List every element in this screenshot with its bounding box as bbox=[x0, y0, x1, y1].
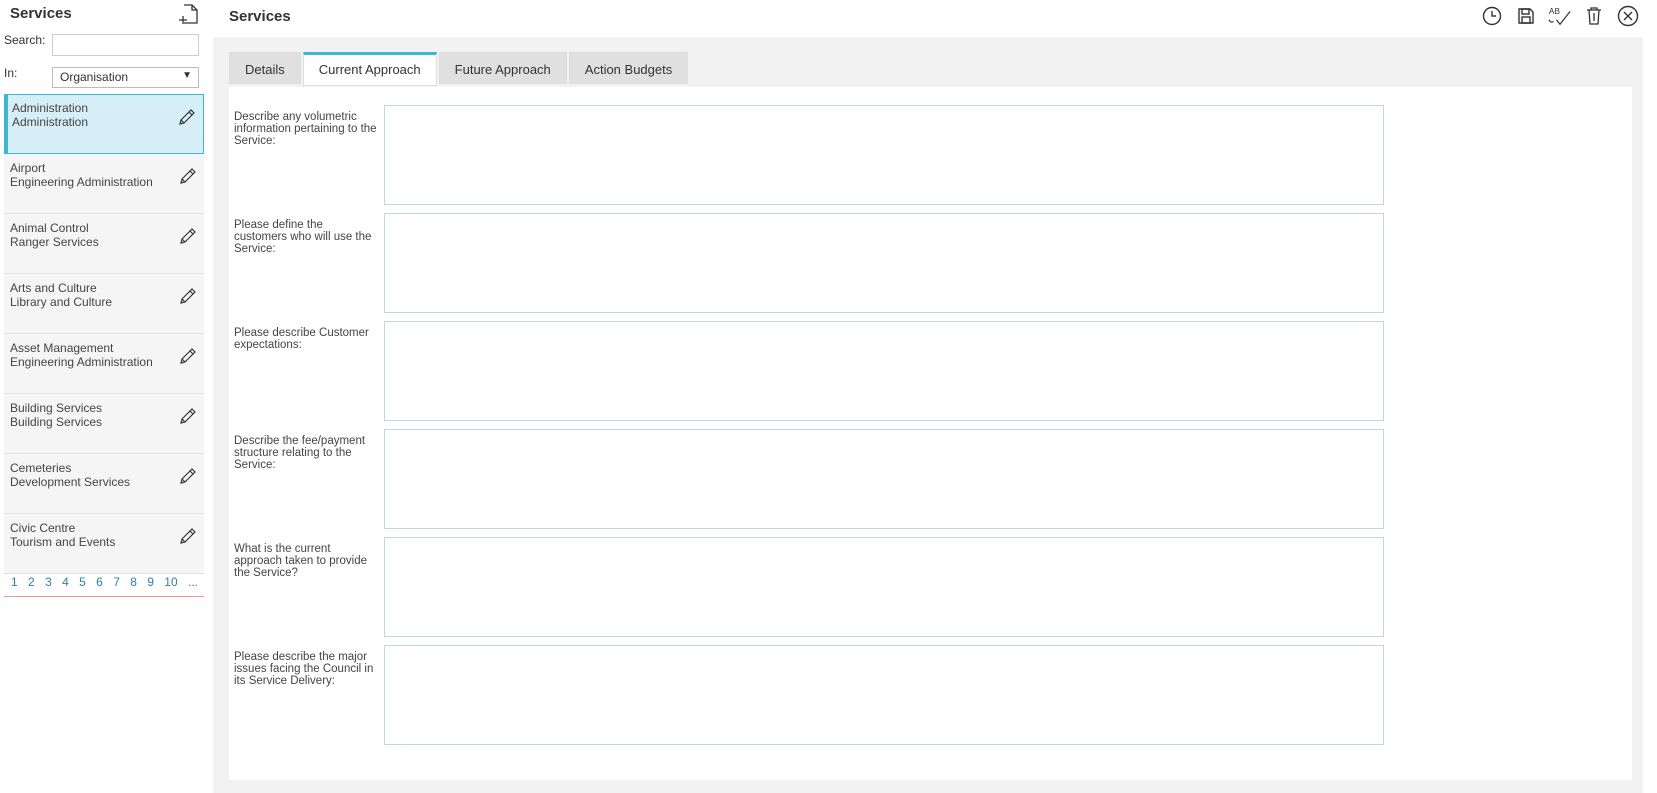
service-name: Building Services bbox=[10, 401, 103, 415]
service-name: Civic Centre bbox=[10, 521, 76, 535]
list-item[interactable]: Cemeteries Development Services bbox=[4, 454, 204, 514]
spellcheck-icon[interactable]: AB bbox=[1548, 5, 1572, 27]
dropdown-arrow-icon: ▼ bbox=[182, 70, 192, 81]
field-label: Describe the fee/payment structure relat… bbox=[234, 435, 366, 471]
list-item[interactable]: Asset Management Engineering Administrat… bbox=[4, 334, 204, 394]
list-item[interactable]: Civic Centre Tourism and Events bbox=[4, 514, 204, 574]
in-select[interactable]: Organisation ▼ bbox=[52, 67, 199, 88]
service-name: Cemeteries bbox=[10, 461, 72, 475]
page-link-3[interactable]: 3 bbox=[45, 575, 52, 589]
tab-details[interactable]: Details bbox=[229, 52, 301, 84]
svg-text:AB: AB bbox=[1549, 6, 1561, 16]
list-item[interactable]: Animal Control Ranger Services bbox=[4, 214, 204, 274]
add-service-button[interactable] bbox=[178, 3, 200, 25]
field-label: What is the current approach taken to pr… bbox=[234, 543, 367, 579]
major-issues-field[interactable] bbox=[384, 645, 1384, 745]
edit-pencil-icon[interactable] bbox=[178, 406, 198, 426]
toolbar: AB bbox=[1480, 5, 1640, 27]
customer-expectations-field[interactable] bbox=[384, 321, 1384, 421]
service-group: Library and Culture bbox=[10, 295, 113, 309]
page-link-4[interactable]: 4 bbox=[62, 575, 69, 589]
sidebar-title: Services bbox=[10, 5, 72, 22]
field-label: Please define the customers who will use… bbox=[234, 219, 372, 255]
service-name: Animal Control bbox=[10, 221, 89, 235]
current-approach-form: Describe any volumetric information pert… bbox=[229, 87, 1632, 780]
page-link-6[interactable]: 6 bbox=[96, 575, 103, 589]
field-label: Please describe Customer expectations: bbox=[234, 327, 369, 351]
services-sidebar: Services Search: In: Organisation ▼ Admi… bbox=[0, 0, 206, 793]
edit-pencil-icon[interactable] bbox=[178, 346, 198, 366]
fee-structure-field[interactable] bbox=[384, 429, 1384, 529]
tab-action-budgets[interactable]: Action Budgets bbox=[568, 52, 689, 84]
edit-pencil-icon[interactable] bbox=[178, 526, 198, 546]
main-panel: Details Current Approach Future Approach… bbox=[213, 37, 1643, 793]
customers-field[interactable] bbox=[384, 213, 1384, 313]
form-row-volumetric: Describe any volumetric information pert… bbox=[229, 105, 1632, 205]
page-link-5[interactable]: 5 bbox=[79, 575, 86, 589]
form-row-fees: Describe the fee/payment structure relat… bbox=[229, 429, 1632, 529]
search-input[interactable] bbox=[52, 34, 199, 56]
service-group: Engineering Administration bbox=[10, 175, 153, 189]
page-link-7[interactable]: 7 bbox=[113, 575, 120, 589]
service-name: Administration bbox=[12, 101, 89, 115]
edit-pencil-icon[interactable] bbox=[178, 466, 198, 486]
page-link-2[interactable]: 2 bbox=[28, 575, 35, 589]
close-icon[interactable] bbox=[1616, 5, 1640, 27]
list-item[interactable]: Airport Engineering Administration bbox=[4, 154, 204, 214]
in-select-value: Organisation bbox=[60, 70, 129, 84]
form-row-customers: Please define the customers who will use… bbox=[229, 213, 1632, 313]
tab-bar: Details Current Approach Future Approach… bbox=[229, 52, 690, 86]
page-link-1[interactable]: 1 bbox=[11, 575, 18, 589]
field-label: Please describe the major issues facing … bbox=[234, 651, 374, 687]
pagination: 1 2 3 4 5 6 7 8 9 10 ... bbox=[4, 575, 204, 597]
delete-icon[interactable] bbox=[1582, 5, 1606, 27]
service-group: Development Services bbox=[10, 475, 131, 489]
service-list: Administration Administration Airport En… bbox=[4, 94, 204, 574]
list-item[interactable]: Administration Administration bbox=[4, 94, 204, 154]
save-icon[interactable] bbox=[1514, 5, 1538, 27]
volumetric-info-field[interactable] bbox=[384, 105, 1384, 205]
tab-current-approach[interactable]: Current Approach bbox=[302, 52, 437, 86]
service-group: Administration bbox=[12, 115, 89, 129]
service-name: Asset Management bbox=[10, 341, 114, 355]
form-row-current-approach: What is the current approach taken to pr… bbox=[229, 537, 1632, 637]
field-label: Describe any volumetric information pert… bbox=[234, 111, 377, 147]
service-group: Building Services bbox=[10, 415, 103, 429]
edit-pencil-icon[interactable] bbox=[177, 107, 197, 127]
current-approach-field[interactable] bbox=[384, 537, 1384, 637]
search-label: Search: bbox=[4, 33, 46, 47]
add-document-icon bbox=[179, 4, 198, 24]
edit-pencil-icon[interactable] bbox=[178, 166, 198, 186]
edit-pencil-icon[interactable] bbox=[178, 226, 198, 246]
history-icon[interactable] bbox=[1480, 5, 1504, 27]
service-group: Engineering Administration bbox=[10, 355, 153, 369]
service-group: Ranger Services bbox=[10, 235, 99, 249]
list-item[interactable]: Arts and Culture Library and Culture bbox=[4, 274, 204, 334]
page-link-10[interactable]: 10 bbox=[164, 575, 177, 589]
edit-pencil-icon[interactable] bbox=[178, 286, 198, 306]
page-link-8[interactable]: 8 bbox=[130, 575, 137, 589]
page-link-more[interactable]: ... bbox=[188, 575, 198, 589]
list-item[interactable]: Building Services Building Services bbox=[4, 394, 204, 454]
in-label: In: bbox=[4, 66, 18, 80]
form-row-major-issues: Please describe the major issues facing … bbox=[229, 645, 1632, 745]
service-name: Airport bbox=[10, 161, 46, 175]
tab-future-approach[interactable]: Future Approach bbox=[438, 52, 567, 84]
form-row-expectations: Please describe Customer expectations: bbox=[229, 321, 1632, 421]
page-link-9[interactable]: 9 bbox=[147, 575, 154, 589]
page-title: Services bbox=[229, 8, 291, 25]
service-group: Tourism and Events bbox=[10, 535, 116, 549]
service-name: Arts and Culture bbox=[10, 281, 97, 295]
